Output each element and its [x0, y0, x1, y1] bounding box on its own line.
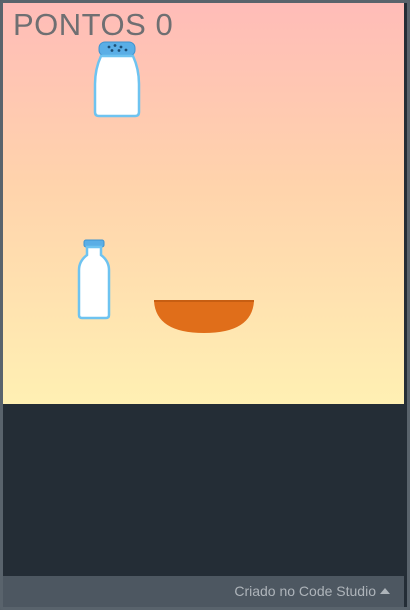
milk-bottle-sprite [77, 239, 111, 320]
bowl-player-sprite[interactable] [153, 299, 255, 335]
score-label: PONTOS 0 [13, 7, 174, 42]
salt-shaker-sprite [93, 41, 141, 118]
controls-area [3, 404, 404, 576]
caret-up-icon [380, 588, 390, 594]
footer-bar: Criado no Code Studio [3, 576, 404, 607]
game-stage[interactable]: PONTOS 0 [3, 3, 404, 404]
code-studio-credit-link[interactable]: Criado no Code Studio [234, 583, 390, 599]
